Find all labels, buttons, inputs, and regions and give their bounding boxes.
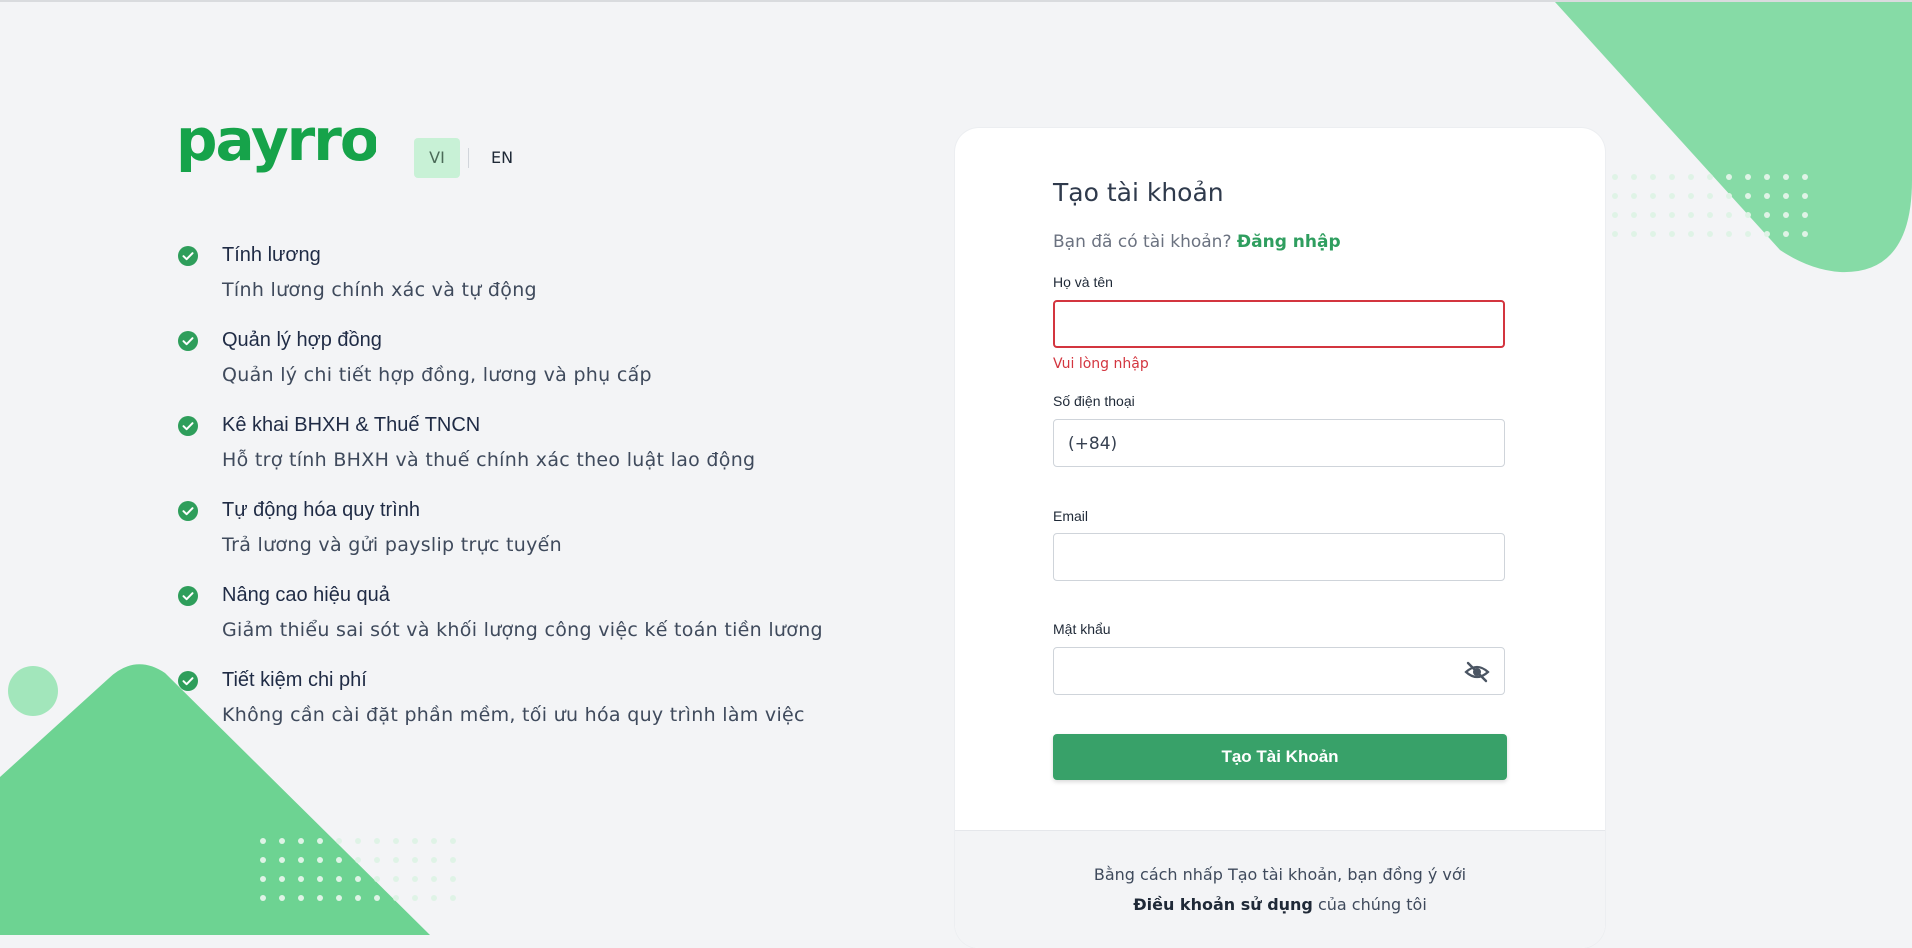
- feature-item: Quản lý hợp đồng Quản lý chi tiết hợp đồ…: [178, 325, 878, 410]
- feature-item: Tiết kiệm chi phí Không cần cài đặt phần…: [178, 665, 878, 750]
- decor-bottom-left-dots: [260, 838, 456, 901]
- decor-top-right-dots: [1612, 174, 1808, 237]
- check-circle-icon: [178, 671, 198, 691]
- feature-title: Tiết kiệm chi phí: [222, 669, 367, 691]
- terms-link[interactable]: Điều khoản sử dụng: [1133, 895, 1313, 914]
- feature-description: Quản lý chi tiết hợp đồng, lương và phụ …: [222, 364, 652, 386]
- check-circle-icon: [178, 331, 198, 351]
- feature-description: Trả lương và gửi payslip trực tuyến: [222, 534, 563, 556]
- feature-title: Kê khai BHXH & Thuế TNCN: [222, 414, 481, 436]
- fullname-input[interactable]: [1053, 300, 1505, 348]
- feature-item: Kê khai BHXH & Thuế TNCN Hỗ trợ tính BHX…: [178, 410, 878, 495]
- email-label: Email: [1053, 508, 1089, 524]
- language-en-button[interactable]: EN: [482, 138, 522, 178]
- terms-row: Điều khoản sử dụng của chúng tôi: [955, 895, 1605, 914]
- password-label: Mật khẩu: [1053, 621, 1111, 637]
- feature-item: Nâng cao hiệu quả Giảm thiểu sai sót và …: [178, 580, 878, 665]
- form-title: Tạo tài khoản: [1053, 178, 1224, 207]
- feature-item: Tự động hóa quy trình Trả lương và gửi p…: [178, 495, 878, 580]
- have-account-text: Bạn đã có tài khoản?: [1053, 232, 1232, 252]
- phone-input[interactable]: (+84): [1053, 419, 1505, 467]
- email-input[interactable]: [1053, 533, 1505, 581]
- feature-title: Tính lương: [222, 244, 321, 266]
- check-circle-icon: [178, 246, 198, 266]
- payrro-logo: payrro: [176, 112, 376, 174]
- feature-description: Hỗ trợ tính BHXH và thuế chính xác theo …: [222, 449, 756, 471]
- feature-list: Tính lương Tính lương chính xác và tự độ…: [178, 240, 878, 750]
- feature-title: Quản lý hợp đồng: [222, 329, 382, 351]
- language-divider: [468, 148, 469, 168]
- feature-description: Giảm thiểu sai sót và khối lượng công vi…: [222, 619, 823, 641]
- feature-item: Tính lương Tính lương chính xác và tự độ…: [178, 240, 878, 325]
- feature-description: Không cần cài đặt phần mềm, tối ưu hóa q…: [222, 704, 805, 726]
- check-circle-icon: [178, 416, 198, 436]
- create-account-button[interactable]: Tạo Tài Khoản: [1053, 734, 1507, 780]
- fullname-error: Vui lòng nhập: [1053, 356, 1149, 372]
- have-account-row: Bạn đã có tài khoản? Đăng nhập: [1053, 232, 1341, 252]
- terms-suffix: của chúng tôi: [1312, 895, 1427, 914]
- login-link[interactable]: Đăng nhập: [1237, 232, 1341, 252]
- check-circle-icon: [178, 501, 198, 521]
- phone-prefix: (+84): [1068, 434, 1118, 454]
- fullname-label: Họ và tên: [1053, 274, 1113, 290]
- card-footer: Bằng cách nhấp Tạo tài khoản, bạn đồng ý…: [955, 830, 1605, 948]
- terms-text: Bằng cách nhấp Tạo tài khoản, bạn đồng ý…: [1093, 865, 1467, 884]
- password-input[interactable]: [1053, 647, 1505, 695]
- feature-title: Tự động hóa quy trình: [222, 499, 420, 521]
- feature-title: Nâng cao hiệu quả: [222, 584, 390, 606]
- decor-circle: [8, 666, 58, 716]
- eye-off-icon[interactable]: [1464, 660, 1490, 684]
- svg-text:payrro: payrro: [176, 112, 376, 174]
- language-vi-button[interactable]: VI: [414, 138, 460, 178]
- signup-card: Tạo tài khoản Bạn đã có tài khoản? Đăng …: [955, 128, 1605, 948]
- check-circle-icon: [178, 586, 198, 606]
- feature-description: Tính lương chính xác và tự động: [222, 279, 537, 301]
- phone-label: Số điện thoại: [1053, 393, 1135, 409]
